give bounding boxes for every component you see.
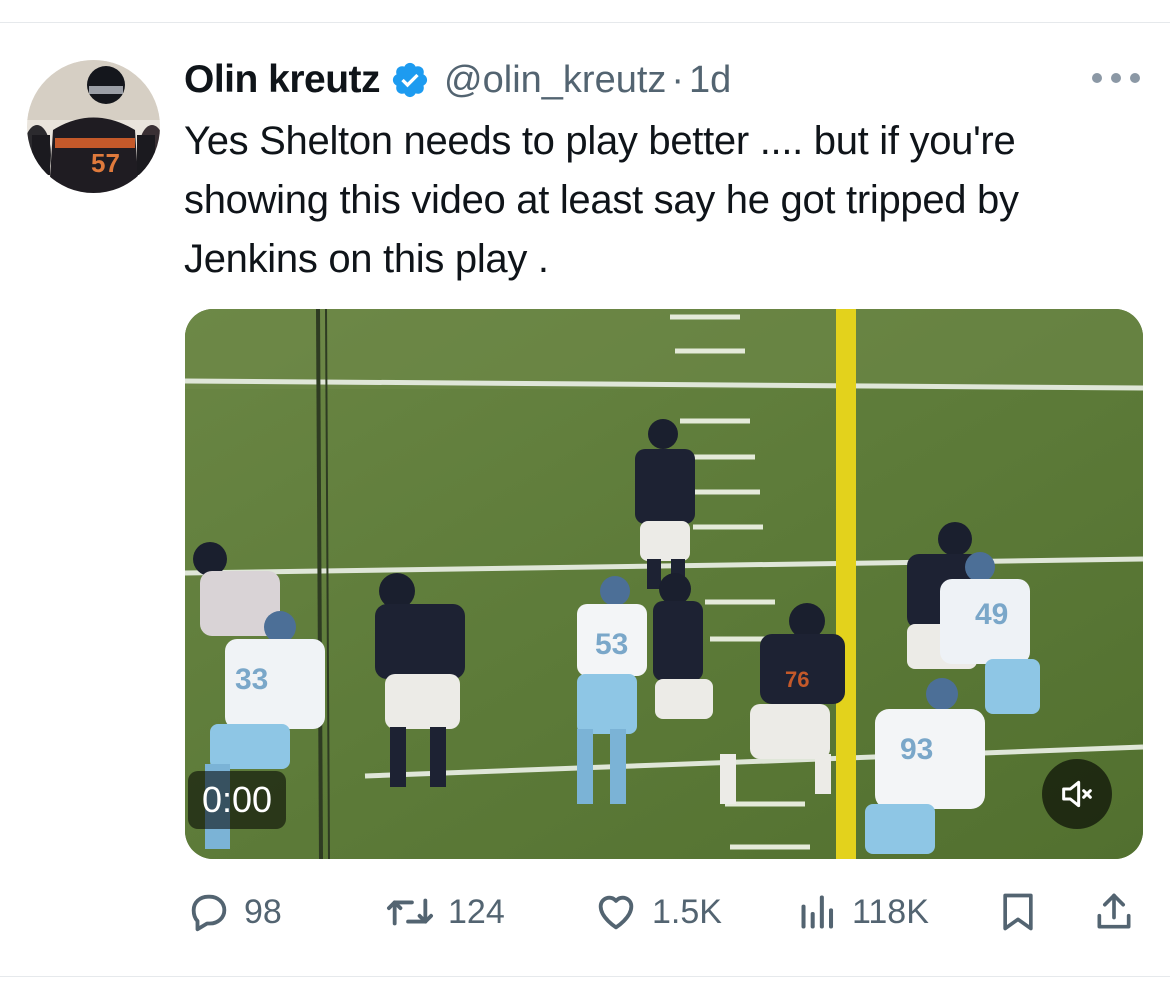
video-player[interactable]: 53 49 93 33 76 0:00	[185, 309, 1143, 859]
view-count: 118K	[852, 892, 929, 931]
mute-icon[interactable]	[1042, 759, 1112, 829]
retweet-button[interactable]: 124	[384, 884, 505, 940]
views-icon	[801, 895, 834, 929]
like-icon	[598, 895, 634, 930]
author-name[interactable]: Olin kreutz	[184, 58, 381, 102]
share-icon	[1097, 893, 1131, 929]
tweet-actions: 98 124 1.5K 118K	[186, 884, 1142, 940]
like-button[interactable]: 1.5K	[592, 884, 722, 940]
views-button[interactable]: 118K	[796, 884, 929, 940]
author-handle[interactable]: @olin_kreutz	[444, 59, 666, 102]
svg-text:76: 76	[785, 667, 809, 692]
retweet-count: 124	[448, 892, 505, 931]
tweet-text: Yes Shelton needs to play better .... bu…	[184, 119, 1019, 281]
bottom-divider	[0, 976, 1170, 977]
reply-count: 98	[244, 892, 282, 931]
avatar[interactable]: 57	[27, 60, 160, 193]
svg-text:49: 49	[975, 598, 1008, 631]
reply-button[interactable]: 98	[186, 884, 282, 940]
tweet-time[interactable]: 1d	[689, 59, 731, 102]
tweet-header: Olin kreutz @olin_kreutz · 1d	[184, 52, 731, 108]
separator-dot: ·	[671, 58, 685, 101]
svg-text:33: 33	[235, 663, 268, 696]
bookmark-button[interactable]	[996, 884, 1040, 940]
svg-text:93: 93	[900, 733, 933, 766]
like-count: 1.5K	[652, 892, 722, 931]
verified-badge-icon	[392, 62, 428, 98]
share-button[interactable]	[1092, 884, 1136, 940]
svg-text:57: 57	[91, 148, 120, 178]
svg-text:53: 53	[595, 628, 628, 661]
top-divider	[0, 22, 1170, 23]
retweet-icon	[386, 898, 433, 926]
reply-icon	[191, 894, 227, 932]
bookmark-icon	[1003, 893, 1033, 931]
more-options-icon[interactable]	[1092, 66, 1140, 90]
video-frame: 53 49 93 33 76	[185, 309, 1143, 859]
video-timestamp: 0:00	[188, 771, 287, 829]
